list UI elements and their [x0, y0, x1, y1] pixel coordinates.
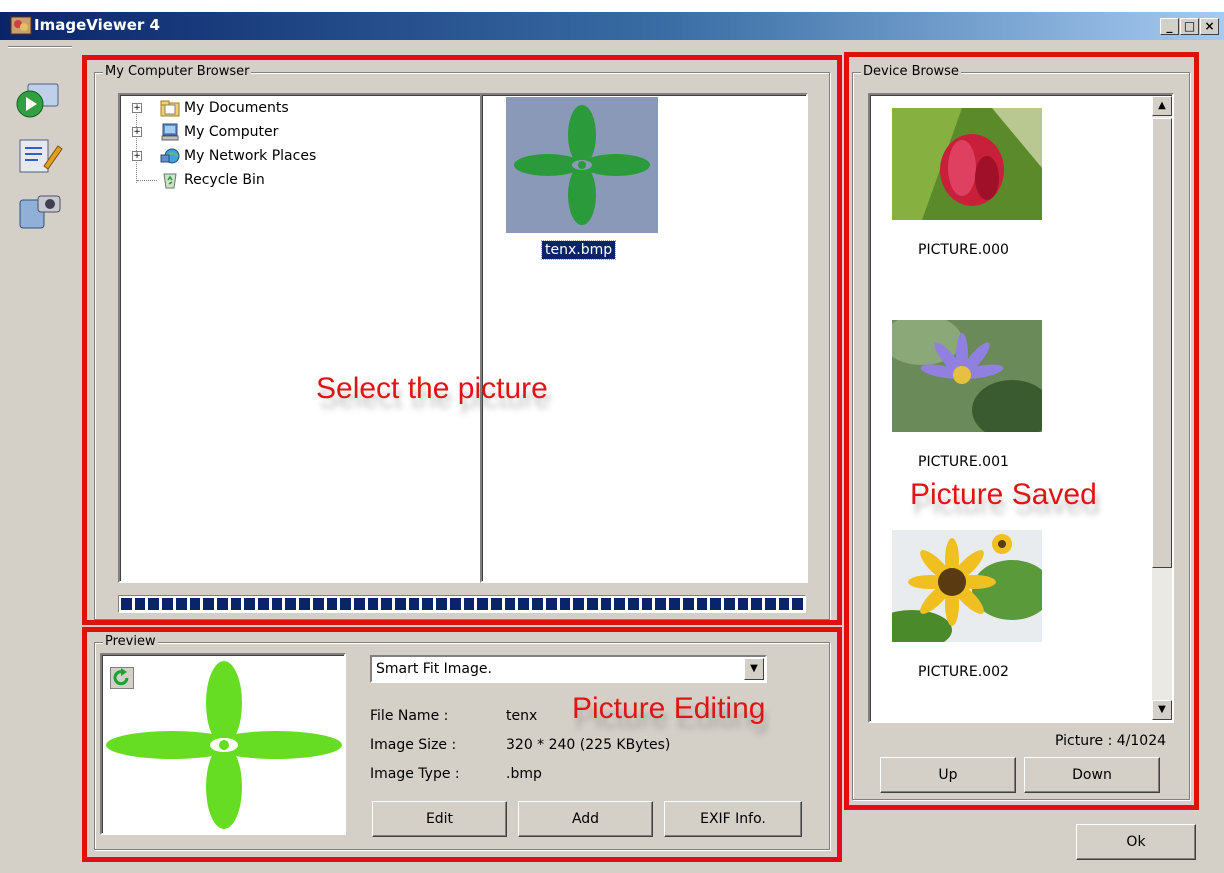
device-list-scrollbar[interactable]: ▲ ▼ [1152, 96, 1172, 720]
documents-folder-icon [160, 99, 180, 117]
expand-icon[interactable]: + [132, 103, 142, 113]
add-button[interactable]: Add [518, 801, 653, 837]
computer-icon [160, 123, 180, 141]
play-media-icon[interactable] [14, 80, 68, 120]
expand-icon[interactable]: + [132, 151, 142, 161]
window-title: ImageViewer 4 [34, 16, 160, 34]
preview-image [100, 653, 346, 835]
tree-item-label: My Computer [184, 124, 279, 140]
annotation-editing-text: Picture Editing [572, 692, 766, 725]
tree-connector [137, 180, 157, 181]
tree-item-label: My Network Places [184, 148, 317, 164]
maximize-button[interactable]: □ [1180, 18, 1199, 35]
ok-button[interactable]: Ok [1076, 824, 1196, 860]
scroll-up-icon[interactable]: ▲ [1152, 96, 1172, 116]
close-button[interactable]: × [1200, 18, 1219, 35]
title-bar[interactable]: ImageViewer 4 _ □ × [0, 12, 1224, 40]
fit-mode-select[interactable]: Smart Fit Image. ▼ [370, 655, 767, 683]
loading-progress-bar [118, 595, 806, 613]
picture-thumbnail-002[interactable] [892, 530, 1042, 642]
scrollbar-thumb[interactable] [1152, 118, 1172, 568]
recycle-bin-icon [160, 171, 180, 189]
image-size-value: 320 * 240 (225 KBytes) [506, 737, 671, 753]
tree-item-label: My Documents [184, 100, 289, 116]
rotate-icon[interactable] [110, 667, 134, 689]
preview-label: Preview [103, 634, 158, 650]
tree-connector [136, 103, 137, 183]
tree-item-label: Recycle Bin [184, 172, 265, 188]
scroll-down-icon[interactable]: ▼ [1152, 700, 1172, 720]
fit-mode-value: Smart Fit Image. [376, 661, 492, 677]
image-type-value: .bmp [506, 766, 542, 782]
up-button[interactable]: Up [880, 757, 1016, 793]
minimize-button[interactable]: _ [1160, 18, 1179, 35]
file-name-value: tenx [506, 708, 538, 724]
picture-caption-002: PICTURE.002 [918, 664, 1009, 680]
expand-icon[interactable]: + [132, 127, 142, 137]
exif-info-button[interactable]: EXIF Info. [664, 801, 802, 837]
edit-document-icon[interactable] [14, 136, 68, 176]
device-camera-icon[interactable] [14, 192, 68, 232]
annotation-select-text: Select the picture [316, 372, 548, 405]
computer-browser-label: My Computer Browser [103, 64, 252, 80]
down-button[interactable]: Down [1024, 757, 1160, 793]
image-size-label: Image Size : [370, 737, 457, 753]
file-name-label: File Name : [370, 708, 449, 724]
picture-counter: Picture : 4/1024 [1055, 733, 1167, 749]
file-view[interactable]: tenx.bmp [480, 93, 808, 583]
picture-thumbnail-000[interactable] [892, 108, 1042, 220]
toolbar-grip [8, 46, 72, 48]
selected-file-name[interactable]: tenx.bmp [540, 240, 617, 260]
file-thumbnail-tenx[interactable] [506, 97, 658, 233]
edit-button[interactable]: Edit [372, 801, 507, 837]
folder-tree[interactable]: + My Documents + My Computer + My Networ… [118, 93, 482, 583]
image-type-label: Image Type : [370, 766, 460, 782]
picture-caption-001: PICTURE.001 [918, 454, 1009, 470]
chevron-down-icon[interactable]: ▼ [744, 658, 764, 680]
picture-caption-000: PICTURE.000 [918, 242, 1009, 258]
device-browse-label: Device Browse [861, 64, 961, 80]
network-places-icon [160, 147, 180, 165]
picture-thumbnail-001[interactable] [892, 320, 1042, 432]
annotation-saved-text: Picture Saved [910, 478, 1097, 511]
app-icon [10, 15, 32, 36]
